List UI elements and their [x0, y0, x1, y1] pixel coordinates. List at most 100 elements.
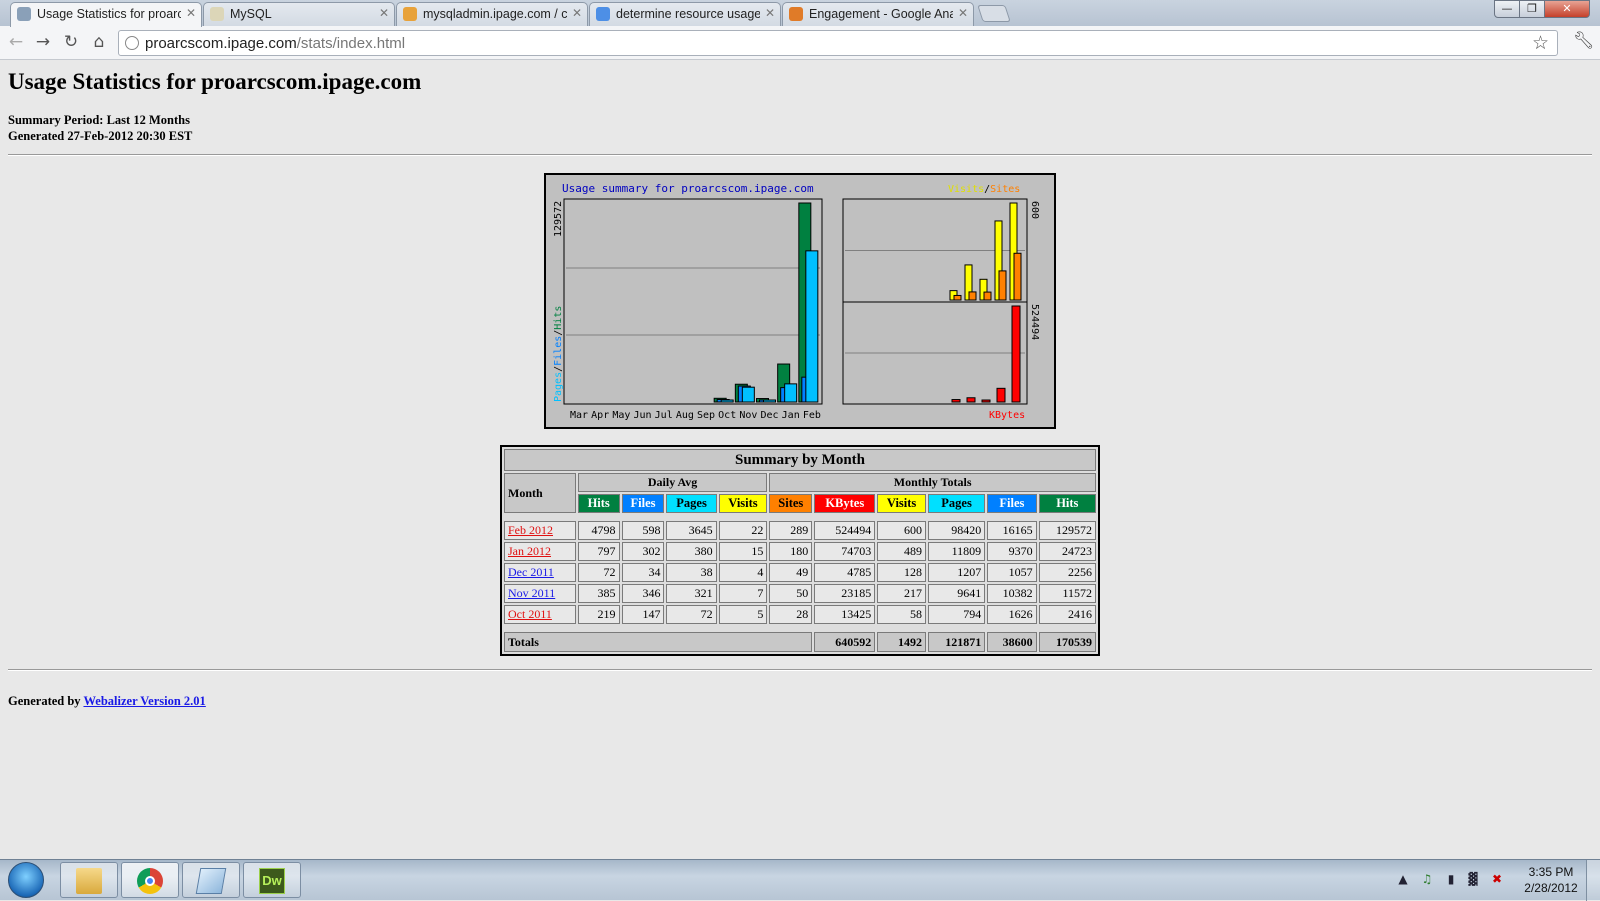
month-labels: Mar Apr May Jun Jul Aug Sep Oct Nov Dec Jan Feb: [570, 410, 821, 421]
webalizer-link[interactable]: Webalizer Version 2.01: [83, 694, 205, 708]
tab-favicon-icon: [210, 7, 224, 21]
table-row: Nov 2011 385 346 321 7 50 23185 217 9641 10382 115…: [504, 584, 1096, 603]
month-label: Sep: [697, 410, 715, 421]
generated-by: Generated by Webalizer Version 2.01: [8, 694, 206, 709]
daily-value-cell: 72: [666, 605, 717, 624]
wrench-menu-icon[interactable]: 🔧︎: [1573, 31, 1595, 51]
bar-sites-oct: [953, 294, 962, 301]
daily-value-cell: 219: [577, 605, 620, 624]
taskbar-explorer-button[interactable]: [60, 862, 118, 898]
column-header-row: Hits Files Pages Visits Sites KBytes Visits Pag…: [504, 494, 1096, 513]
table-row: Oct 2011 219 147 72 5 28 13425 58 794 1626 2416: [504, 605, 1096, 624]
browser-tab[interactable]: Usage Statistics for proarcsc ✕: [10, 2, 202, 27]
bar-pages-feb: [805, 250, 819, 403]
speaker-tray-icon[interactable]: ♫: [1420, 872, 1434, 886]
tab-close-icon[interactable]: ✕: [765, 6, 775, 20]
address-bar[interactable]: proarcscom.ipage.com/stats/index.html ☆: [118, 30, 1558, 56]
bar-kbytes-feb: [1011, 305, 1021, 403]
total-hits: 170539: [1038, 632, 1096, 652]
totals-row: Totals 640592 1492 121871 38600 170539: [504, 632, 1096, 652]
taskbar: Dw ▲ ♫ ▮ ▓ ✖ 3:35 PM 2/28/2012: [0, 859, 1600, 901]
month-label: Apr: [591, 410, 609, 421]
network-signal-icon[interactable]: ▓: [1466, 872, 1480, 886]
monthly-value-cell: 180: [769, 542, 813, 561]
url-text[interactable]: proarcscom.ipage.com/stats/index.html: [145, 35, 405, 52]
generated-date: Generated 27-Feb-2012 20:30 EST: [8, 129, 193, 143]
tab-close-icon[interactable]: ✕: [958, 6, 968, 20]
tab-favicon-icon: [17, 7, 31, 21]
month-label: Feb: [803, 410, 821, 421]
new-tab-button[interactable]: [977, 5, 1011, 22]
month-label: Aug: [676, 410, 694, 421]
monthly-value-cell: 13425: [814, 605, 876, 624]
close-window-icon[interactable]: ✕: [1544, 0, 1590, 18]
browser-tab[interactable]: Engagement - Google Anal ✕: [782, 2, 974, 26]
battery-icon[interactable]: ▮: [1444, 872, 1458, 886]
volume-muted-icon[interactable]: ✖: [1490, 872, 1504, 886]
divider: [8, 154, 1592, 156]
start-button[interactable]: [8, 862, 44, 898]
legend-sites: Sites: [990, 184, 1020, 195]
month-cell: Jan 2012: [504, 542, 576, 561]
daily-value-cell: 5: [718, 605, 768, 624]
show-desktop-button[interactable]: [1586, 860, 1600, 901]
bottom-right-axis-max: 524494: [1029, 304, 1040, 340]
daily-files-header: Files: [621, 494, 665, 513]
daily-value-cell: 147: [621, 605, 665, 624]
dreamweaver-icon: Dw: [259, 868, 285, 894]
browser-tab[interactable]: determine resource usage o ✕: [589, 2, 781, 26]
bar-sites-dec: [983, 291, 992, 301]
taskbar-notepad-button[interactable]: [182, 862, 240, 898]
page-title: Usage Statistics for proarcscom.ipage.co…: [8, 69, 422, 94]
daily-visits-header: Visits: [718, 494, 768, 513]
daily-value-cell: 4: [718, 563, 768, 582]
month-link[interactable]: Jan 2012: [508, 544, 551, 558]
show-hidden-icons-icon[interactable]: ▲: [1396, 872, 1410, 886]
bookmark-star-icon[interactable]: ☆: [1532, 32, 1549, 54]
monthly-kbytes-header: KBytes: [814, 494, 876, 513]
reload-icon[interactable]: ↻: [60, 31, 82, 53]
home-icon[interactable]: ⌂: [88, 31, 110, 53]
month-header: Month: [504, 473, 576, 513]
month-link[interactable]: Feb 2012: [508, 523, 553, 537]
month-label: Nov: [739, 410, 757, 421]
daily-value-cell: 346: [621, 584, 665, 603]
system-clock[interactable]: 3:35 PM 2/28/2012: [1520, 864, 1582, 896]
forward-icon[interactable]: →: [32, 31, 54, 53]
tab-close-icon[interactable]: ✕: [572, 6, 582, 20]
browser-toolbar: ← → ↻ ⌂ proarcscom.ipage.com/stats/index…: [0, 26, 1600, 60]
bar-pages-nov: [741, 386, 755, 403]
back-icon[interactable]: ←: [5, 31, 27, 53]
monthly-value-cell: 289: [769, 521, 813, 540]
month-link[interactable]: Dec 2011: [508, 565, 554, 579]
tab-close-icon[interactable]: ✕: [379, 6, 389, 20]
taskbar-dreamweaver-button[interactable]: Dw: [243, 862, 301, 898]
monthly-value-cell: 49: [769, 563, 813, 582]
daily-avg-header: Daily Avg: [577, 473, 768, 492]
month-label: Dec: [761, 410, 779, 421]
browser-tab[interactable]: mysqladmin.ipage.com / c ✕: [396, 2, 588, 26]
month-label: Mar: [570, 410, 588, 421]
monthly-value-cell: 10382: [987, 584, 1037, 603]
legend-files: Files: [553, 336, 564, 366]
month-link[interactable]: Oct 2011: [508, 607, 552, 621]
url-host: proarcscom.ipage.com: [145, 35, 297, 52]
total-kbytes: 640592: [814, 632, 876, 652]
month-link[interactable]: Nov 2011: [508, 586, 555, 600]
tab-label: Engagement - Google Anal: [809, 7, 953, 21]
page-info-icon[interactable]: [125, 36, 139, 50]
daily-value-cell: 7: [718, 584, 768, 603]
total-pages: 121871: [927, 632, 986, 652]
maximize-icon[interactable]: ❐: [1519, 0, 1545, 18]
taskbar-chrome-button[interactable]: [121, 862, 179, 898]
daily-value-cell: 302: [621, 542, 665, 561]
chart-title: Usage summary for proarcscom.ipage.com: [562, 182, 814, 195]
monthly-value-cell: 128: [877, 563, 926, 582]
monthly-visits-header: Visits: [877, 494, 926, 513]
tab-close-icon[interactable]: ✕: [186, 6, 196, 20]
monthly-value-cell: 58: [877, 605, 926, 624]
browser-tab[interactable]: MySQL ✕: [203, 2, 395, 26]
table-row: Dec 2011 72 34 38 4 49 4785 128 1207 1057 2256: [504, 563, 1096, 582]
tab-favicon-icon: [789, 7, 803, 21]
minimize-icon[interactable]: —: [1494, 0, 1520, 18]
